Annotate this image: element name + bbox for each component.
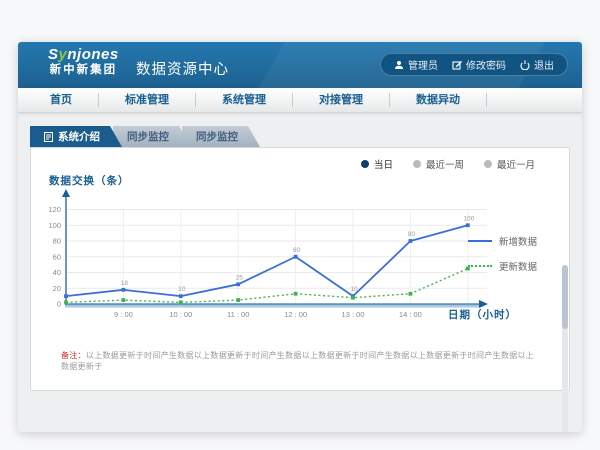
power-icon [520,60,530,70]
user-menu: 管理员 修改密码 退出 [380,53,568,76]
header: Synjones 新中新集团 数据资源中心 管理员 修改密码 退出 [18,42,582,88]
svg-text:10: 10 [350,286,358,293]
logout-label: 退出 [534,57,554,72]
svg-text:20: 20 [53,284,61,293]
time-range-filters: 当日 最近一周 最近一月 [361,157,535,171]
logo-primary-text: Synjones [48,47,119,64]
radio-label: 当日 [374,157,393,171]
document-icon [44,132,53,142]
content-area: 系统介绍 同步监控 同步监控 当日 最近一周 [18,113,582,432]
logo-secondary-text: 新中新集团 [48,64,119,77]
svg-text:日期（小时）: 日期（小时） [448,308,517,321]
blue-line-sample-icon [468,240,492,242]
tab-system-intro[interactable]: 系统介绍 [30,126,122,147]
svg-text:12 : 00: 12 : 00 [284,310,307,319]
svg-text:60: 60 [293,247,301,254]
change-password-label: 修改密码 [466,57,506,72]
tab-bar: 系统介绍 同步监控 同步监控 [30,126,582,147]
chart-legend: 新增数据 更新数据 [468,234,537,273]
svg-text:18: 18 [121,280,129,287]
svg-text:10 : 00: 10 : 00 [169,310,192,319]
svg-text:14 : 00: 14 : 00 [399,310,422,319]
user-icon [394,60,404,70]
chart-panel: 当日 最近一周 最近一月 数据交换（条） 0 20 40 60 80 100 120 9 : … [30,147,570,391]
radio-last-week[interactable]: 最近一周 [413,157,464,171]
svg-text:60: 60 [53,252,61,261]
tab-sync-monitor-1[interactable]: 同步监控 [113,126,191,147]
page-title: 数据资源中心 [136,58,229,79]
nav-item-standard-mgmt[interactable]: 标准管理 [99,93,196,107]
svg-text:11 : 00: 11 : 00 [227,310,249,319]
svg-text:100: 100 [463,215,474,222]
svg-text:40: 40 [53,268,61,277]
radio-dot-icon [361,160,369,168]
svg-text:100: 100 [49,221,61,230]
footnote: 备注：以上数据更新于时间产生数据以上数据更新于时间产生数据以上数据更新于时间产生… [61,350,539,372]
nav-item-integration-mgmt[interactable]: 对接管理 [293,93,390,107]
main-nav: 首页 标准管理 系统管理 对接管理 数据异动 [18,88,582,113]
scrollbar-thumb[interactable] [562,265,568,329]
legend-label: 更新数据 [499,259,537,273]
svg-text:25: 25 [236,274,244,281]
svg-text:9 : 00: 9 : 00 [114,310,133,319]
legend-item-updated-data: 更新数据 [468,259,537,273]
green-dotted-sample-icon [468,265,492,267]
legend-item-new-data: 新增数据 [468,234,537,248]
vertical-scrollbar[interactable] [562,265,568,432]
admin-user-button[interactable]: 管理员 [394,57,438,72]
tab-label: 同步监控 [127,129,169,144]
svg-text:10: 10 [178,286,186,293]
admin-user-label: 管理员 [408,57,438,72]
radio-today[interactable]: 当日 [361,157,393,171]
y-axis-title: 数据交换（条） [49,173,130,188]
edit-icon [452,60,462,70]
logout-button[interactable]: 退出 [520,57,554,72]
nav-item-home[interactable]: 首页 [18,93,99,107]
app-window: Synjones 新中新集团 数据资源中心 管理员 修改密码 退出 首页 标准管… [18,42,582,432]
svg-text:80: 80 [53,237,61,246]
legend-label: 新增数据 [499,234,537,248]
svg-text:80: 80 [408,231,416,238]
svg-text:0: 0 [57,300,61,309]
footnote-text: 以上数据更新于时间产生数据以上数据更新于时间产生数据以上数据更新于时间产生数据以… [61,351,534,371]
nav-item-system-mgmt[interactable]: 系统管理 [196,93,293,107]
radio-last-month[interactable]: 最近一月 [484,157,535,171]
footnote-prefix: 备注： [61,351,86,360]
change-password-button[interactable]: 修改密码 [452,57,506,72]
radio-label: 最近一月 [497,157,535,171]
company-logo: Synjones 新中新集团 [48,47,119,76]
nav-item-data-change[interactable]: 数据异动 [390,93,487,107]
svg-text:120: 120 [49,205,61,214]
radio-dot-icon [484,160,492,168]
radio-label: 最近一周 [426,157,464,171]
tab-sync-monitor-2[interactable]: 同步监控 [182,126,260,147]
radio-dot-icon [413,160,421,168]
svg-text:13 : 00: 13 : 00 [342,310,365,319]
tab-label: 同步监控 [196,129,238,144]
tab-label: 系统介绍 [58,129,100,144]
